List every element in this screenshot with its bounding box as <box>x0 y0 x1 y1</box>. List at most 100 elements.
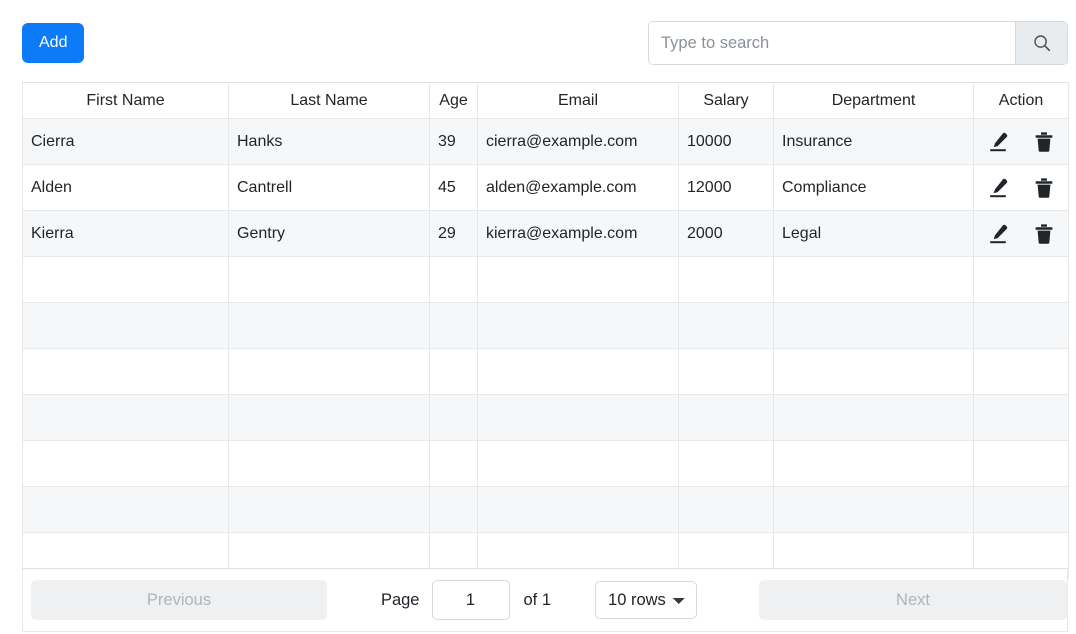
cell-department: Insurance <box>773 118 974 165</box>
table-row <box>22 302 1069 349</box>
cell-department: Compliance <box>773 164 974 211</box>
table-header-row: First Name Last Name Age Email Salary De… <box>22 82 1069 119</box>
cell-email: alden@example.com <box>477 164 679 211</box>
previous-page-button[interactable]: Previous <box>31 580 327 620</box>
cell-first-name: Kierra <box>22 210 229 257</box>
cell-salary <box>678 348 774 395</box>
cell-department <box>773 440 974 487</box>
table-row <box>22 256 1069 303</box>
cell-last-name <box>228 302 430 349</box>
cell-department: Legal <box>773 210 974 257</box>
cell-salary <box>678 440 774 487</box>
cell-department <box>773 486 974 533</box>
cell-last-name <box>228 440 430 487</box>
cell-department <box>773 394 974 441</box>
search-button[interactable] <box>1015 22 1067 64</box>
cell-email <box>477 302 679 349</box>
row-action-group <box>982 212 1060 256</box>
cell-salary <box>678 256 774 303</box>
cell-action <box>973 394 1069 441</box>
cell-action <box>973 118 1069 165</box>
data-table: First Name Last Name Age Email Salary De… <box>22 82 1069 579</box>
cell-first-name <box>22 394 229 441</box>
cell-first-name <box>22 348 229 395</box>
toolbar: Add <box>0 0 1076 82</box>
search-icon <box>1032 33 1052 53</box>
add-button[interactable]: Add <box>22 23 85 63</box>
cell-last-name: Hanks <box>228 118 430 165</box>
cell-age <box>429 394 478 441</box>
page-number-input[interactable] <box>431 580 510 620</box>
cell-last-name <box>228 394 430 441</box>
cell-last-name <box>228 348 430 395</box>
pencil-icon[interactable] <box>986 130 1010 154</box>
cell-age <box>429 486 478 533</box>
rows-per-page-select[interactable]: 10 rows <box>595 581 698 619</box>
cell-salary <box>678 394 774 441</box>
table-row: Cierra Hanks 39 cierra@example.com 10000 Insu… <box>22 118 1069 165</box>
cell-age <box>429 348 478 395</box>
page-label: Page <box>380 590 420 609</box>
cell-salary: 12000 <box>678 164 774 211</box>
next-page-button[interactable]: Next <box>759 580 1067 620</box>
pencil-icon[interactable] <box>986 222 1010 246</box>
table-row <box>22 486 1069 533</box>
column-header-email[interactable]: Email <box>477 82 679 119</box>
column-header-action: Action <box>973 82 1069 119</box>
column-header-last-name[interactable]: Last Name <box>228 82 430 119</box>
cell-action <box>973 302 1069 349</box>
cell-first-name <box>22 302 229 349</box>
cell-department <box>773 348 974 395</box>
data-table-container: First Name Last Name Age Email Salary De… <box>22 82 1069 579</box>
cell-action <box>973 256 1069 303</box>
trash-icon[interactable] <box>1032 222 1056 246</box>
cell-email: kierra@example.com <box>477 210 679 257</box>
cell-email <box>477 440 679 487</box>
cell-last-name <box>228 486 430 533</box>
cell-age: 39 <box>429 118 478 165</box>
cell-action <box>973 486 1069 533</box>
cell-first-name: Cierra <box>22 118 229 165</box>
cell-email <box>477 348 679 395</box>
cell-salary <box>678 302 774 349</box>
trash-icon[interactable] <box>1032 130 1056 154</box>
cell-email <box>477 256 679 303</box>
cell-first-name <box>22 256 229 303</box>
cell-last-name: Cantrell <box>228 164 430 211</box>
search-input[interactable] <box>649 22 1015 64</box>
cell-age <box>429 302 478 349</box>
cell-department <box>773 302 974 349</box>
row-action-group <box>982 120 1060 164</box>
cell-last-name <box>228 256 430 303</box>
cell-salary: 10000 <box>678 118 774 165</box>
cell-action <box>973 164 1069 211</box>
column-header-first-name[interactable]: First Name <box>22 82 229 119</box>
cell-action <box>973 210 1069 257</box>
table-body: Cierra Hanks 39 cierra@example.com 10000 Insu… <box>22 118 1069 579</box>
cell-email <box>477 486 679 533</box>
cell-salary <box>678 486 774 533</box>
column-header-age[interactable]: Age <box>429 82 478 119</box>
cell-last-name: Gentry <box>228 210 430 257</box>
cell-age: 29 <box>429 210 478 257</box>
column-header-salary[interactable]: Salary <box>678 82 774 119</box>
cell-salary: 2000 <box>678 210 774 257</box>
search-bar <box>648 21 1068 65</box>
pencil-icon[interactable] <box>986 176 1010 200</box>
cell-email: cierra@example.com <box>477 118 679 165</box>
cell-action <box>973 440 1069 487</box>
total-pages-label: of 1 <box>523 590 552 609</box>
trash-icon[interactable] <box>1032 176 1056 200</box>
cell-age: 45 <box>429 164 478 211</box>
column-header-department[interactable]: Department <box>773 82 974 119</box>
table-row <box>22 348 1069 395</box>
row-action-group <box>982 166 1060 210</box>
table-row: Alden Cantrell 45 alden@example.com 12000 Com… <box>22 164 1069 211</box>
pagination-bar: Previous Page of 1 10 rows Next <box>22 568 1068 632</box>
cell-age <box>429 256 478 303</box>
cell-age <box>429 440 478 487</box>
cell-first-name: Alden <box>22 164 229 211</box>
table-header: First Name Last Name Age Email Salary De… <box>22 82 1069 119</box>
cell-first-name <box>22 440 229 487</box>
table-row <box>22 394 1069 441</box>
